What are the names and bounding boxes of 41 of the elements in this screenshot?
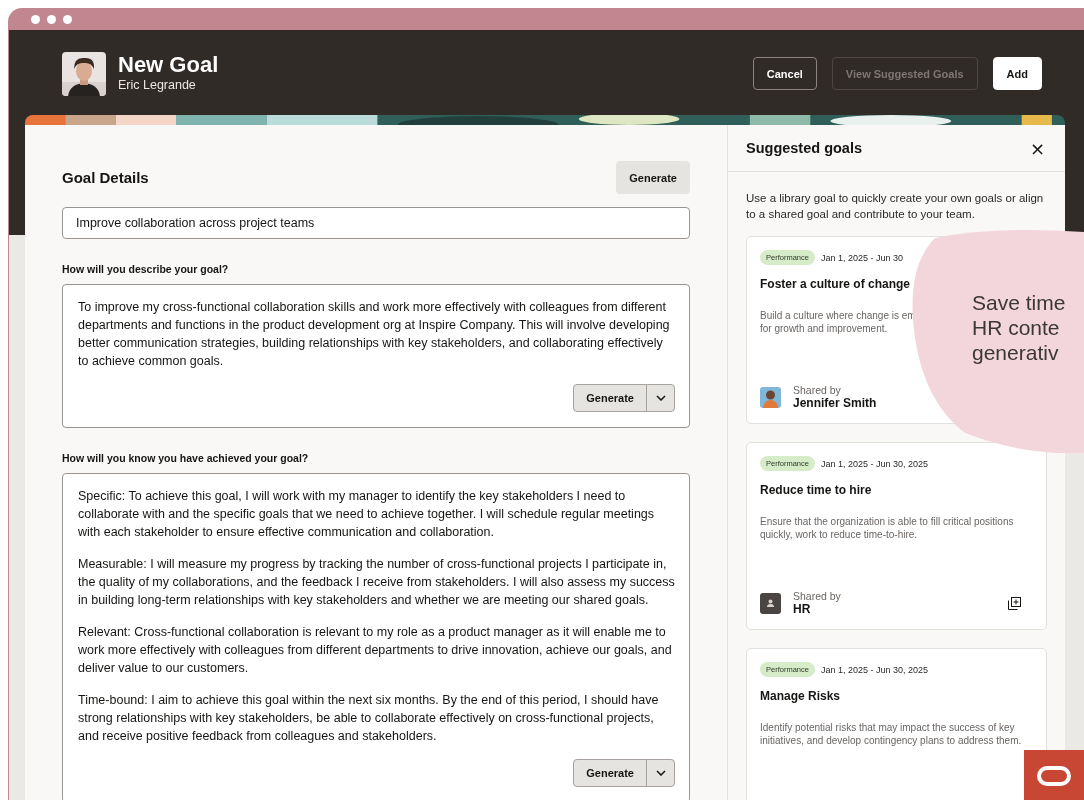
field-text: Relevant: Cross-functional collaboration is relevant to my role as a product manager as it will enable me to work more effectively with colleagues from different departments to drive innovation, achieve our goals, and deliver value to our customers. bbox=[78, 624, 673, 677]
goal-title: Reduce time to hire bbox=[760, 483, 873, 497]
field-text: Measurable: I will measure my progress by tracking the number of cross-functional projects I participate in, the quality of my collaborations, and the feedback I receive from stakeholders. I will also assess my success in building long-term relationships with key stakeholders and whether we are meeting our shared goals. bbox=[78, 556, 675, 609]
generate-split-button[interactable]: Generate bbox=[573, 384, 675, 412]
window-dot bbox=[31, 14, 40, 24]
section-heading: Goal Details bbox=[62, 169, 149, 186]
field-text: To improve my cross-functional collaboration skills and work more effectively with colleagues from different departments and functions in the product development org at Inspire Company. This will involve developing better communication strategies, building relationships with key stakeholders, and collaborating effectively to achieve common goals. bbox=[78, 299, 671, 370]
text-area[interactable] bbox=[62, 284, 690, 428]
header-button[interactable]: Add bbox=[992, 57, 1042, 90]
header-button[interactable]: Cancel bbox=[752, 57, 817, 90]
goal-description: Ensure that the organization is able to fill critical positions quickly, work to reduce time-to-hire. bbox=[760, 515, 1015, 541]
employee-name: Eric Legrande bbox=[118, 78, 197, 93]
page-title: New Goal bbox=[118, 52, 219, 78]
goal-title: Foster a culture of change bbox=[760, 277, 912, 291]
window-dot bbox=[63, 14, 72, 24]
generate-button[interactable]: Generate bbox=[574, 385, 647, 411]
panel-description: Use a library goal to quickly create your own goals or align to a shared goal and contribute to your team. bbox=[746, 191, 1045, 222]
sharer-name: HR bbox=[793, 602, 812, 616]
shared-by-label: Shared by bbox=[793, 384, 842, 396]
window-dot bbox=[47, 14, 56, 24]
goal-name-field[interactable]: Improve collaboration across project teams bbox=[62, 207, 690, 239]
generate-split-button[interactable]: Generate bbox=[573, 759, 675, 787]
date-range: Jan 1, 2025 - Jun 30 bbox=[820, 252, 903, 263]
copy-icon[interactable] bbox=[1008, 596, 1021, 610]
field-text: Time-bound: I aim to achieve this goal within the next six months. By the end of this period, I should have strong relationships with key stakeholders, be able to collaborate effectively on cross-functional projects, and receive positive feedback from colleagues and stakeholders. bbox=[78, 692, 660, 745]
team-icon bbox=[760, 592, 781, 614]
generate-button[interactable]: Generate bbox=[616, 161, 690, 194]
text-area[interactable] bbox=[62, 473, 690, 800]
date-range: Jan 1, 2025 - Jun 30, 2025 bbox=[820, 664, 929, 675]
goal-description: Identify potential risks that may impact the success of key initiatives, and develop contingency plans to address them. bbox=[760, 721, 1023, 747]
close-button[interactable]: × bbox=[1027, 137, 1047, 159]
field-text: Specific: To achieve this goal, I will work with my manager to identify the key stakeholders I need to collaborate with and the specific goals that we need to achieve together. I will schedule regular meetings with each stakeholder to ensure effective communication and collaboration. bbox=[78, 488, 656, 541]
date-range: Jan 1, 2025 - Jun 30, 2025 bbox=[820, 458, 929, 469]
generate-button[interactable]: Generate bbox=[574, 760, 647, 786]
shared-by-label: Shared by bbox=[793, 590, 841, 602]
avatar-icon bbox=[760, 386, 781, 408]
field-label: How will you know you have achieved your goal? bbox=[62, 452, 310, 464]
goal-title: Manage Risks bbox=[760, 689, 842, 703]
panel-title: Suggested goals bbox=[746, 140, 863, 156]
sharer-name: Jennifer Smith bbox=[793, 396, 877, 410]
field-label: How will you describe your goal? bbox=[62, 263, 230, 275]
